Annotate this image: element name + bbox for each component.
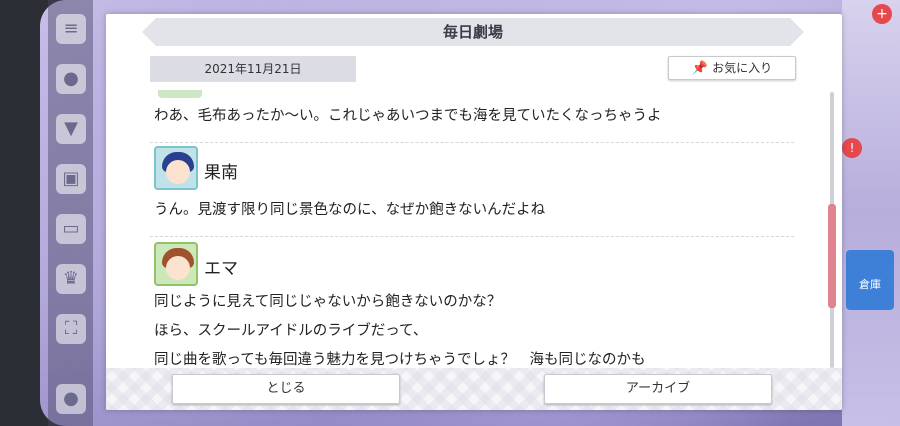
divider [150, 236, 794, 237]
message-line: 同じ曲を歌っても毎回違う魅力を見つけちゃうでしょ？ 海も同じなのかも [154, 352, 646, 368]
scrollbar-thumb[interactable] [828, 204, 836, 308]
divider [150, 142, 794, 143]
alert-badge-icon[interactable]: ! [842, 138, 862, 158]
gift-icon[interactable]: ▣ [56, 164, 86, 194]
storage-label: 倉庫 [859, 278, 881, 291]
favorite-label: お気に入り [712, 61, 773, 75]
plus-badge-icon[interactable]: + [872, 4, 892, 24]
avatar-kanan [154, 146, 198, 190]
message-line: わあ、毛布あったか〜い。これじゃあいつまでも海を見ていたくなっちゃうよ [154, 108, 662, 124]
avatar-emma [154, 242, 198, 286]
message-line: 同じように見えて同じじゃないから飽きないのかな？ [154, 294, 502, 310]
profile-icon[interactable]: ● [56, 384, 86, 414]
pin-icon: 📌 [691, 61, 709, 76]
right-game-panel [842, 0, 900, 426]
avatar-cut-off [158, 90, 202, 98]
chat-icon[interactable]: ● [56, 64, 86, 94]
hamburger-menu-icon[interactable]: ≡ [56, 14, 86, 44]
trophy-icon[interactable]: ♛ [56, 264, 86, 294]
conversation-scroll-area[interactable]: わあ、毛布あったか〜い。これじゃあいつまでも海を見ていたくなっちゃうよ 果南 う… [150, 90, 798, 368]
storage-button[interactable]: 倉庫 [846, 250, 894, 310]
shirt-icon[interactable]: ▼ [56, 114, 86, 144]
fullscreen-icon[interactable]: ⛶ [56, 314, 86, 344]
date-label: 2021年11月21日 [150, 56, 356, 82]
close-button[interactable]: とじる [172, 374, 400, 404]
archive-button[interactable]: アーカイブ [544, 374, 772, 404]
speaker-name: 果南 [204, 163, 238, 183]
screen-icon[interactable]: ▭ [56, 214, 86, 244]
message-line: ほら、スクールアイドルのライブだって、 [154, 323, 428, 339]
dialog-title: 毎日劇場 [142, 18, 804, 46]
favorite-button[interactable]: 📌 お気に入り [668, 56, 796, 80]
message-line: うん。見渡す限り同じ景色なのに、なぜか飽きないんだよね [154, 202, 546, 218]
speaker-name: エマ [204, 259, 238, 279]
daily-theater-dialog: 毎日劇場 2021年11月21日 📌 お気に入り わあ、毛布あったか〜い。これじゃ… [106, 14, 842, 410]
